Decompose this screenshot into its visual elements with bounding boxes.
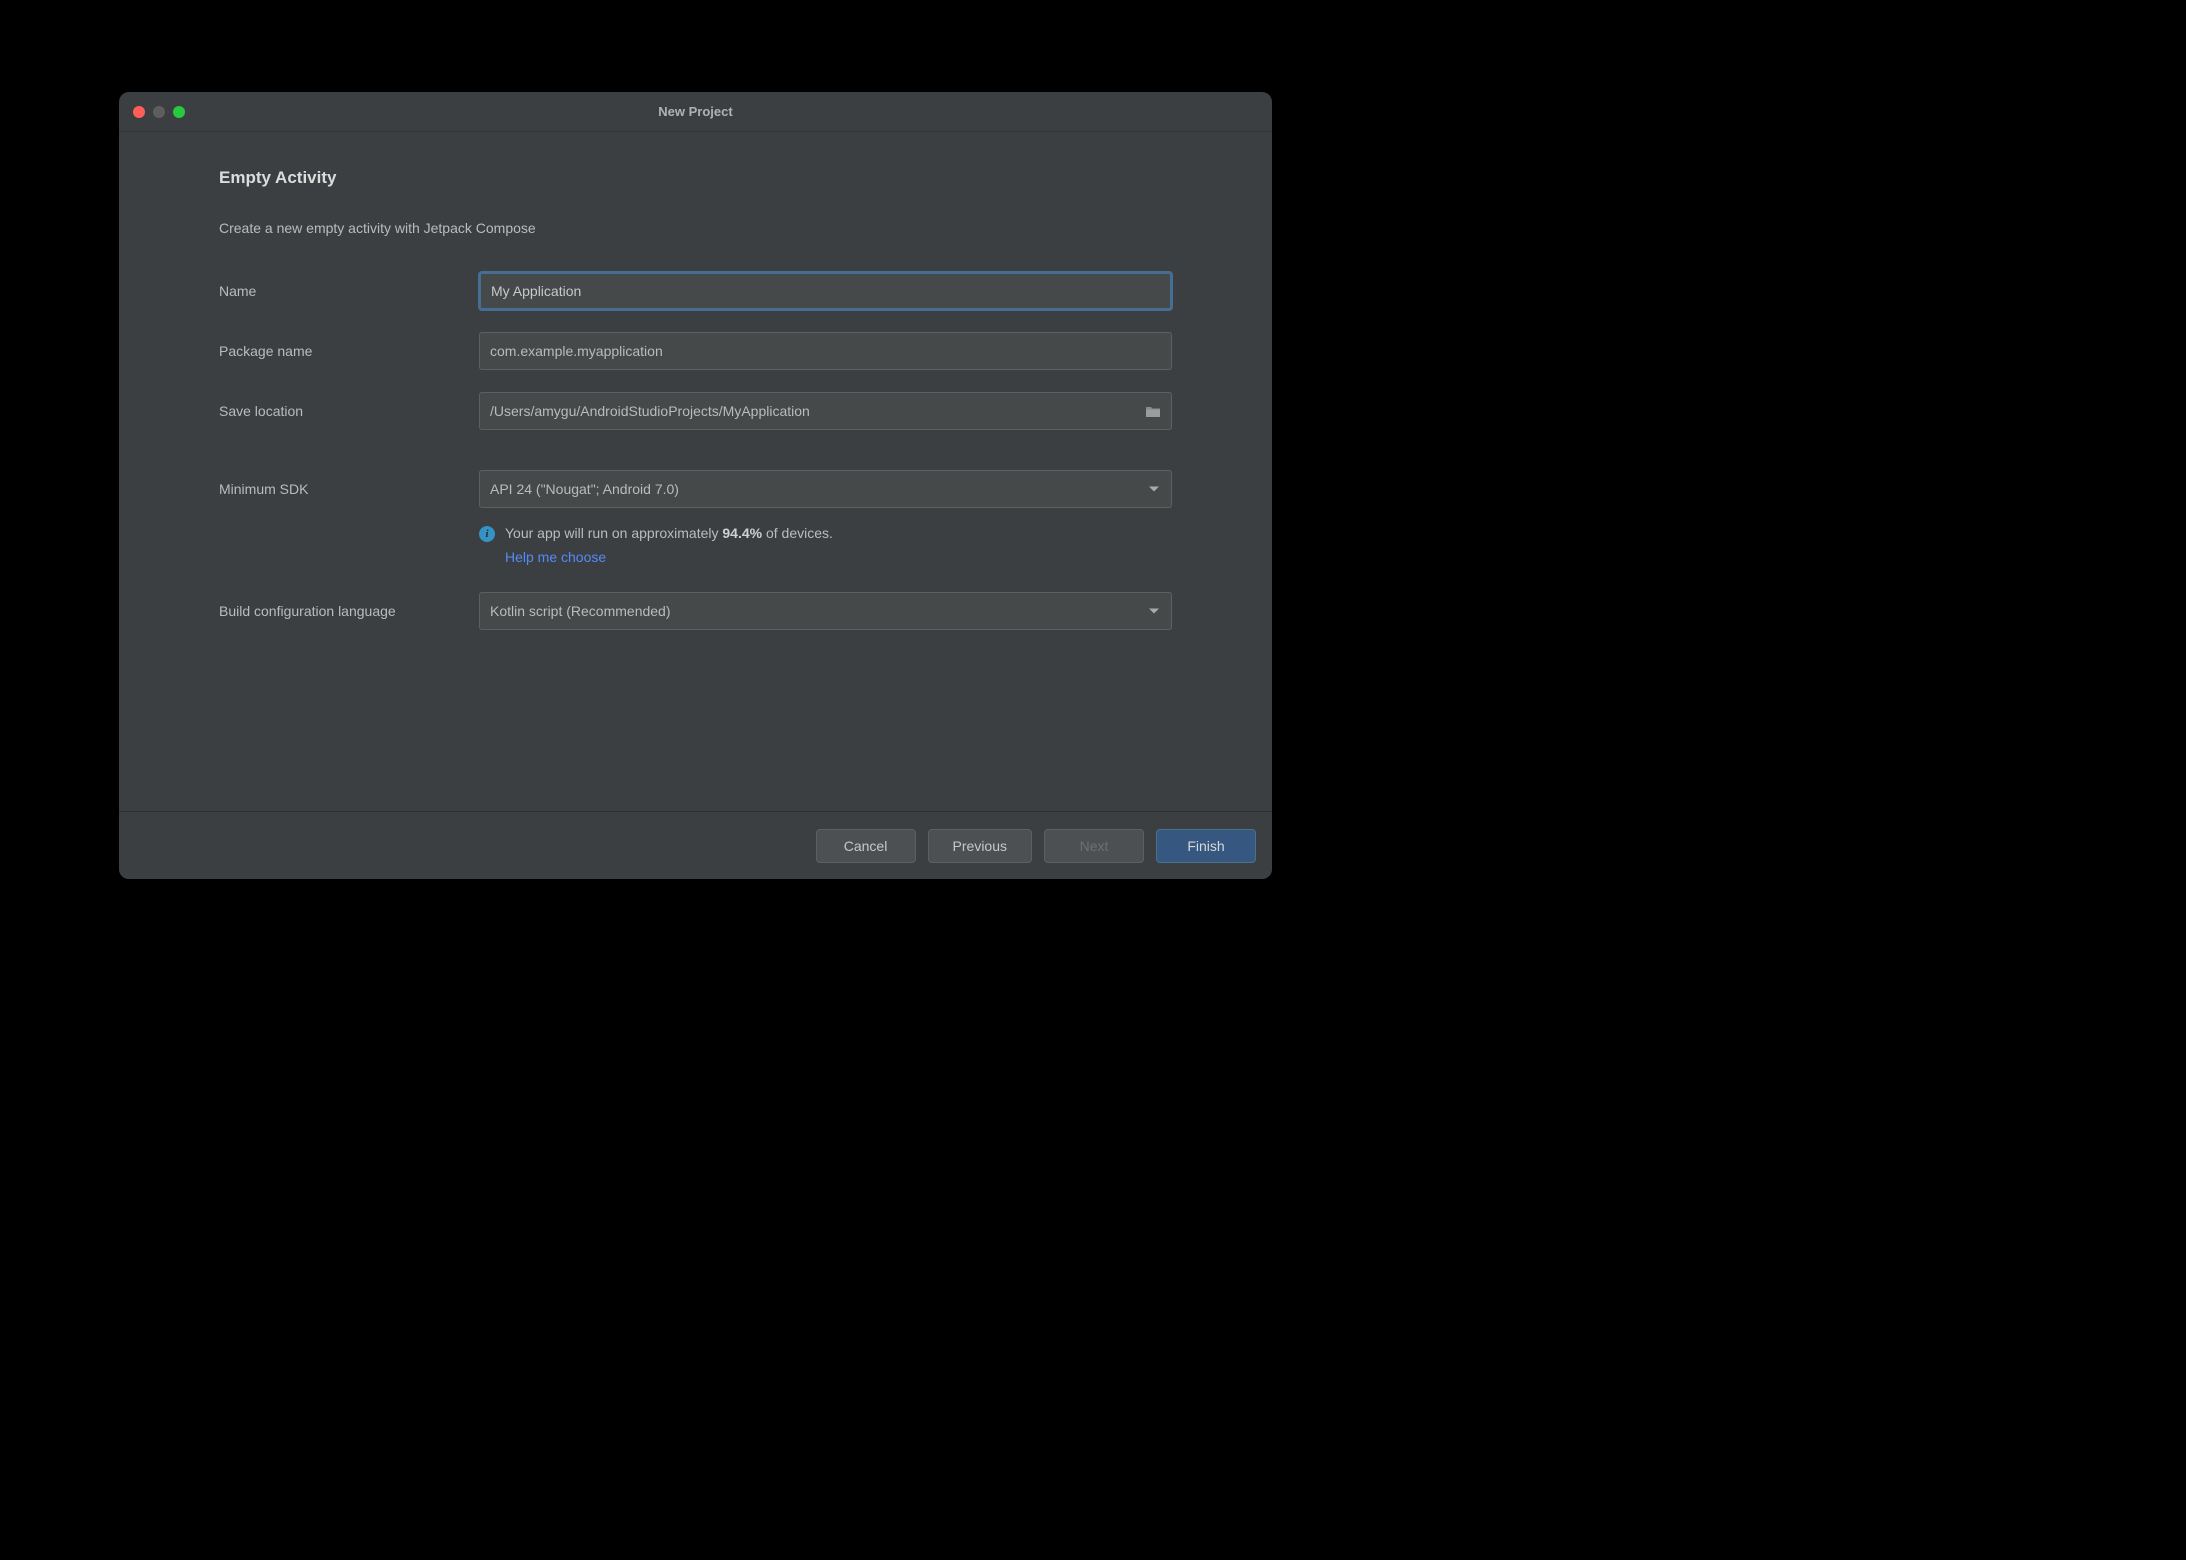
device-coverage-text: Your app will run on approximately 94.4%… (505, 522, 833, 546)
finish-button[interactable]: Finish (1156, 829, 1256, 863)
minimum-sdk-value: API 24 ("Nougat"; Android 7.0) (490, 481, 679, 497)
dialog-footer: Cancel Previous Next Finish (119, 811, 1272, 879)
titlebar: New Project (119, 92, 1272, 132)
next-button: Next (1044, 829, 1144, 863)
name-label: Name (219, 283, 479, 299)
chevron-down-icon (1149, 608, 1159, 613)
form-row-location: Save location (219, 392, 1172, 430)
help-me-choose-link[interactable]: Help me choose (505, 546, 1172, 570)
save-location-input[interactable] (479, 392, 1172, 430)
minimum-sdk-label: Minimum SDK (219, 481, 479, 497)
build-config-language-value: Kotlin script (Recommended) (490, 603, 671, 619)
form-row-package: Package name (219, 332, 1172, 370)
info-icon: i (479, 526, 495, 542)
page-title: Empty Activity (219, 168, 1172, 188)
page-description: Create a new empty activity with Jetpack… (219, 220, 1172, 236)
form-row-minsdk: Minimum SDK API 24 ("Nougat"; Android 7.… (219, 470, 1172, 508)
new-project-dialog: New Project Empty Activity Create a new … (119, 92, 1272, 879)
close-icon[interactable] (133, 106, 145, 118)
build-config-language-label: Build configuration language (219, 603, 479, 619)
form-row-name: Name (219, 272, 1172, 310)
save-location-label: Save location (219, 403, 479, 419)
dialog-content: Empty Activity Create a new empty activi… (119, 132, 1272, 811)
name-input[interactable] (479, 272, 1172, 310)
package-name-input[interactable] (479, 332, 1172, 370)
minimize-icon (153, 106, 165, 118)
window-controls (119, 106, 185, 118)
sdk-info-row: i Your app will run on approximately 94.… (219, 522, 1172, 570)
previous-button[interactable]: Previous (928, 829, 1032, 863)
maximize-icon[interactable] (173, 106, 185, 118)
browse-folder-icon[interactable] (1144, 404, 1162, 418)
package-name-label: Package name (219, 343, 479, 359)
window-title: New Project (119, 104, 1272, 119)
cancel-button[interactable]: Cancel (816, 829, 916, 863)
build-config-language-select[interactable]: Kotlin script (Recommended) (479, 592, 1172, 630)
chevron-down-icon (1149, 487, 1159, 492)
form-row-buildlang: Build configuration language Kotlin scri… (219, 592, 1172, 630)
minimum-sdk-select[interactable]: API 24 ("Nougat"; Android 7.0) (479, 470, 1172, 508)
